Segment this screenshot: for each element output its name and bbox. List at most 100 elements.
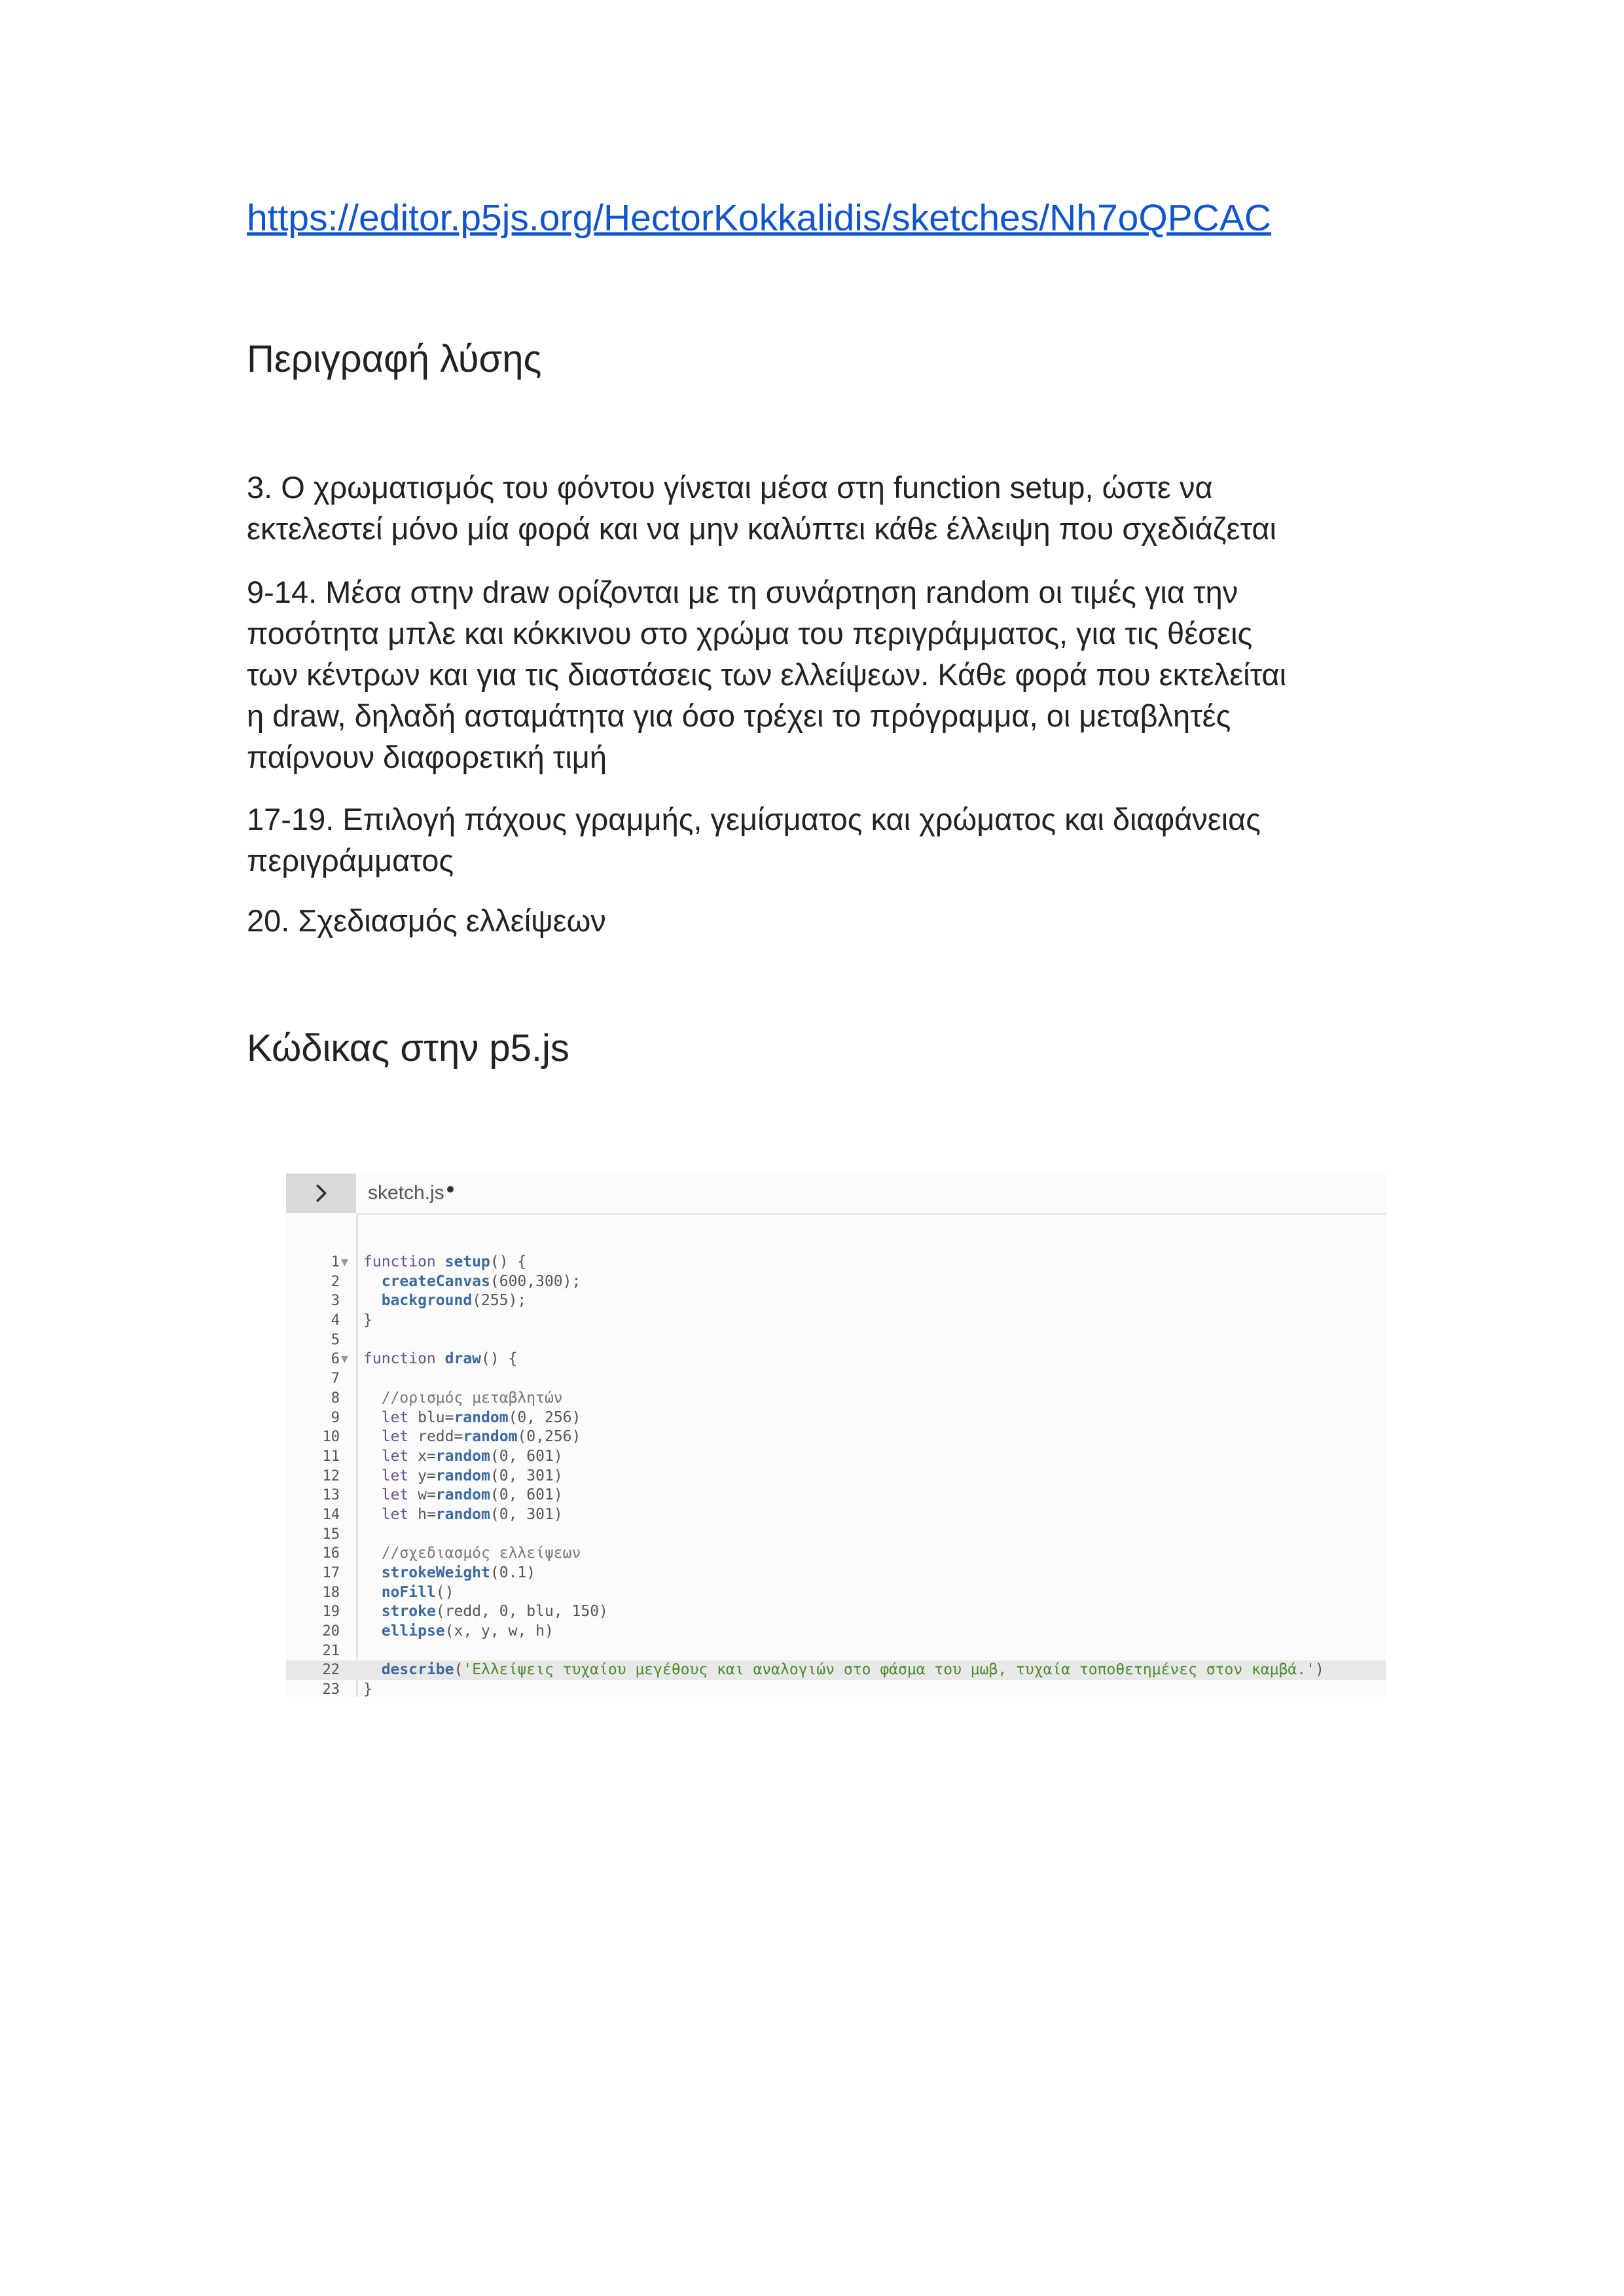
code-token: random [463,1428,518,1446]
code-token: function [363,1350,445,1368]
code-token: function [363,1253,445,1270]
code-token: setup [444,1253,490,1270]
line-number: 11 [322,1448,340,1465]
line-number: 2 [331,1273,340,1290]
code-line[interactable]: 12 let y=random(0, 301) [286,1467,1386,1486]
code-line[interactable]: 10 let redd=random(0,256) [286,1427,1386,1447]
code-token: (0,256) [517,1428,581,1446]
code-line[interactable]: 13 let w=random(0, 601) [286,1486,1386,1505]
code-token: noFill [381,1583,436,1601]
heading-code: Κώδικας στην p5.js [247,1027,569,1069]
code-token: (0, 256) [508,1408,581,1426]
code-line[interactable]: 15 [286,1525,1386,1545]
code-text: ellipse(x, y, w, h) [363,1622,554,1641]
paragraph-line: παίρνουν διαφορετική τιμή [247,740,607,774]
code-line[interactable]: 16 //σχεδιασμός ελλείψεων [286,1544,1386,1564]
code-token: describe [381,1661,454,1679]
paragraph-2: 9-14. Μέσα στην draw ορίζονται με τη συν… [247,571,1425,778]
line-number: 17 [322,1565,340,1581]
code-token: strokeWeight [381,1564,490,1581]
fold-arrow-icon[interactable]: ▼ [341,1350,348,1369]
code-text: } [363,1680,372,1697]
code-line[interactable]: 5 [286,1331,1386,1350]
code-token: () [435,1583,454,1601]
paragraph-line: η draw, δηλαδή ασταμάτητα για όσο τρέχει… [247,698,1231,733]
line-number: 18 [322,1584,340,1601]
code-line[interactable]: 1 ▼ function setup() { [286,1253,1386,1272]
code-token: h= [418,1505,436,1523]
code-text: let x=random(0, 601) [363,1447,563,1467]
code-token: (redd, 0, blu, 150) [435,1603,608,1621]
paragraph-4: 20. Σχεδιασμός ελλείψεων [247,900,1425,941]
code-text: background(255); [363,1291,527,1311]
code-line[interactable]: 19 stroke(redd, 0, blu, 150) [286,1602,1386,1622]
code-line[interactable]: 8 //ορισμός μεταβλητών [286,1389,1386,1408]
code-token: let [381,1447,418,1465]
heading-solution-description: Περιγραφή λύσης [247,338,542,380]
code-line[interactable]: 22 describe('Ελλείψεις τυχαίου μεγέθους … [286,1660,1386,1681]
code-area[interactable]: 1 ▼ function setup() {2 createCanvas(600,3… [286,1253,1386,1697]
code-token: (600,300); [490,1272,581,1290]
code-token: ) [1314,1661,1324,1679]
sidebar-toggle-button[interactable] [286,1174,356,1213]
code-token: () { [490,1253,527,1270]
code-line[interactable]: 14 let h=random(0, 301) [286,1505,1386,1525]
code-token: (0, 301) [490,1505,563,1523]
code-token: random [435,1467,490,1484]
code-line[interactable]: 11 let x=random(0, 601) [286,1447,1386,1467]
code-line[interactable]: 6 ▼ function draw() { [286,1350,1386,1369]
code-line[interactable]: 20 ellipse(x, y, w, h) [286,1622,1386,1641]
line-number: 4 [331,1312,340,1329]
code-line[interactable]: 23} [286,1680,1386,1697]
code-token: (0, 601) [490,1486,563,1504]
code-line[interactable]: 9 let blu=random(0, 256) [286,1408,1386,1428]
code-token: draw [444,1350,482,1368]
code-token: ( [454,1661,463,1679]
code-token: stroke [381,1603,436,1621]
line-number: 23 [322,1681,340,1697]
code-token: x= [418,1447,436,1465]
paragraph-line: 9-14. Μέσα στην draw ορίζονται με τη συν… [247,575,1238,609]
code-line[interactable]: 2 createCanvas(600,300); [286,1272,1386,1292]
code-token: random [435,1505,490,1523]
code-text: createCanvas(600,300); [363,1272,581,1292]
code-text: //σχεδιασμός ελλείψεων [363,1544,581,1564]
code-line[interactable]: 3 background(255); [286,1291,1386,1311]
code-token: createCanvas [381,1272,490,1290]
code-token: blu= [418,1408,454,1426]
code-token: //ορισμός μεταβλητών [381,1389,563,1407]
code-line[interactable]: 18 noFill() [286,1583,1386,1603]
code-token: let [381,1467,418,1484]
paragraph-line: 17-19. Επιλογή πάχους γραμμής, γεμίσματο… [247,802,1261,836]
line-number: 8 [331,1390,340,1407]
unsaved-dot-icon [446,1186,454,1193]
code-line[interactable]: 17 strokeWeight(0.1) [286,1564,1386,1583]
line-number: 15 [322,1526,340,1543]
line-number: 1 [331,1254,340,1270]
fold-arrow-icon[interactable]: ▼ [341,1253,348,1272]
code-token: 'Ελλείψεις τυχαίου μεγέθους και αναλογιώ… [463,1661,1315,1679]
code-token: random [435,1447,490,1465]
code-line[interactable]: 21 [286,1641,1386,1661]
code-text: stroke(redd, 0, blu, 150) [363,1602,608,1622]
file-tab-sketch-js[interactable]: sketch.js [368,1182,454,1204]
code-token: random [435,1486,490,1504]
code-line[interactable]: 7 [286,1369,1386,1389]
code-text: function draw() { [363,1350,517,1369]
code-token: redd= [418,1428,463,1446]
line-number: 3 [331,1293,340,1310]
code-line[interactable]: 4} [286,1311,1386,1331]
line-number: 19 [322,1604,340,1621]
paragraph-line: ποσότητα μπλε και κόκκινου στο χρώμα του… [247,616,1253,651]
sketch-link[interactable]: https://editor.p5js.org/HectorKokkalidis… [247,196,1271,240]
